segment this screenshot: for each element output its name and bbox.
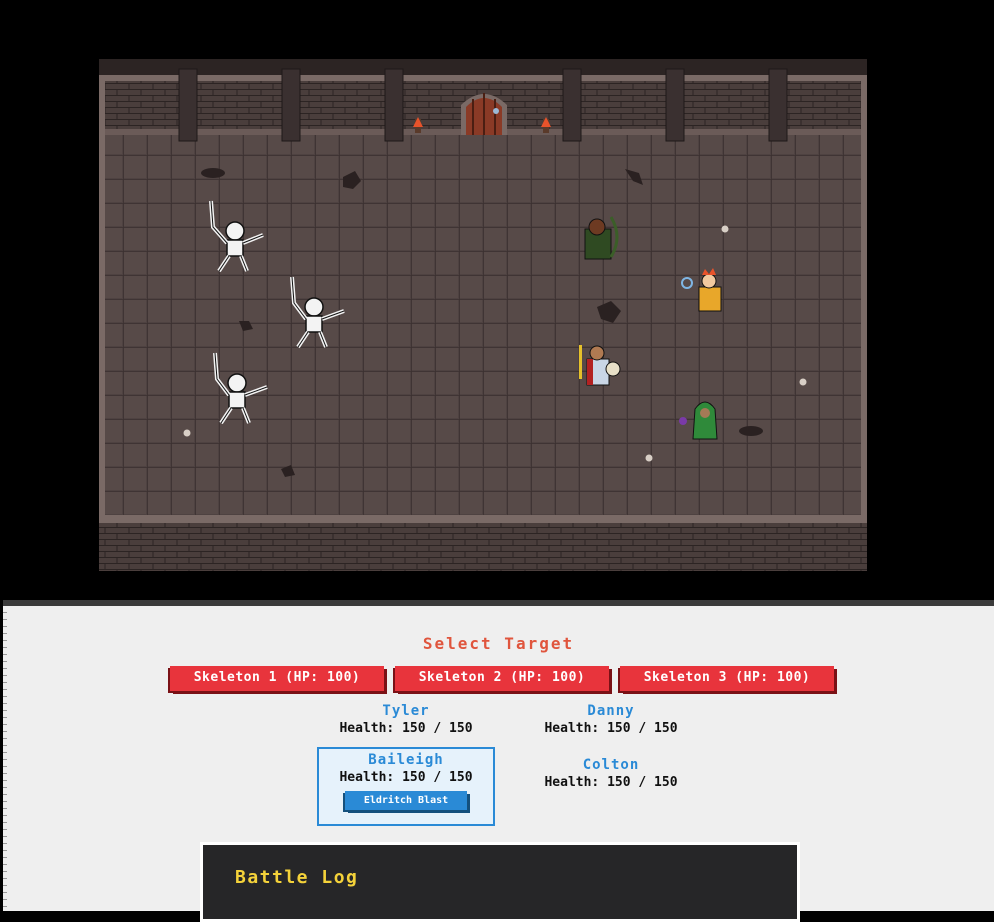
party-member-name: Colton	[582, 757, 640, 773]
battle-panel: Select Target Skeleton 1 (HP: 100) Skele…	[3, 600, 994, 922]
party-member-health: Health: 150 / 150	[339, 721, 473, 736]
dungeon-map	[99, 59, 867, 571]
target-button-skeleton-3[interactable]: Skeleton 3 (HP: 100)	[620, 666, 834, 691]
target-button-skeleton-2[interactable]: Skeleton 2 (HP: 100)	[395, 666, 609, 691]
party-member-health: Health: 150 / 150	[544, 775, 678, 790]
party-member-baileigh[interactable]: Baileigh Health: 150 / 150 Eldritch Blas…	[317, 747, 495, 826]
party-member-name: Danny	[587, 703, 635, 719]
party-member-tyler: Tyler Health: 150 / 150	[317, 703, 495, 736]
party-member-colton: Colton Health: 150 / 150	[522, 757, 700, 790]
battle-scene	[99, 59, 867, 571]
party-member-health: Health: 150 / 150	[544, 721, 678, 736]
party-member-danny: Danny Health: 150 / 150	[522, 703, 700, 736]
target-button-skeleton-1[interactable]: Skeleton 1 (HP: 100)	[170, 666, 384, 691]
party-member-name: Tyler	[382, 703, 430, 719]
party-member-health: Health: 150 / 150	[339, 770, 473, 785]
battle-log-title: Battle Log	[235, 867, 359, 888]
ability-button-eldritch-blast[interactable]: Eldritch Blast	[345, 791, 467, 810]
battle-log: Battle Log	[200, 842, 800, 922]
party-member-name: Baileigh	[368, 752, 444, 768]
select-target-title: Select Target	[422, 634, 575, 653]
